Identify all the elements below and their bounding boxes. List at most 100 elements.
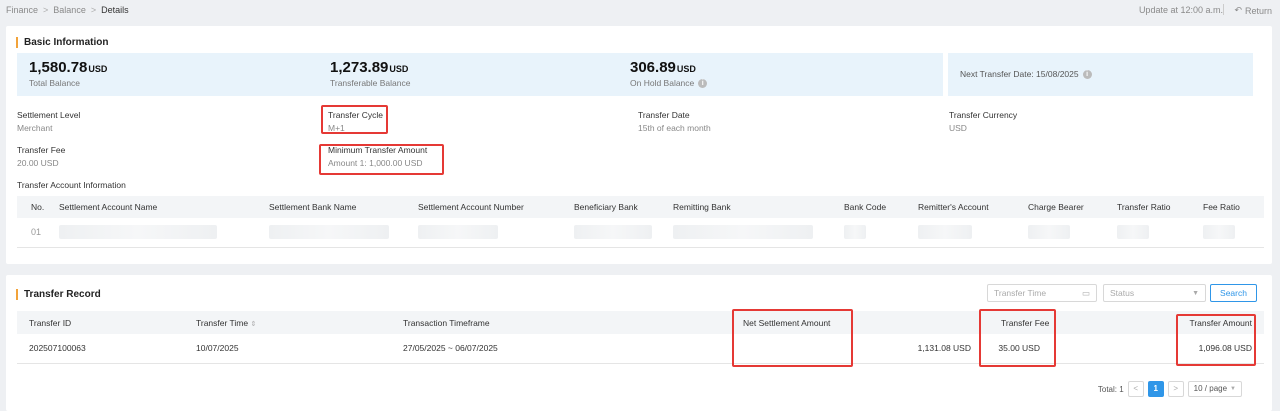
total-count: Total: 1 bbox=[1097, 384, 1124, 394]
field-value: 20.00 USD bbox=[17, 158, 59, 168]
transferable-balance-label: Transferable Balance bbox=[330, 78, 411, 88]
status-placeholder: Status bbox=[1110, 288, 1135, 298]
highlight-transfer-fee bbox=[979, 309, 1056, 367]
info-icon[interactable]: i bbox=[698, 78, 708, 88]
on-hold-balance-label: On Hold Balance bbox=[630, 78, 695, 88]
column-header: Charge Bearer bbox=[1020, 196, 1109, 218]
field-key: Settlement Level bbox=[17, 110, 81, 120]
column-header: Remitter's Account bbox=[910, 196, 1020, 218]
table-row: 01 bbox=[17, 218, 1264, 248]
next-transfer-box: Next Transfer Date: 15/08/2025 i bbox=[948, 53, 1253, 96]
pagination: Total: 1 < 1 > 10 / page ▼ bbox=[1098, 381, 1242, 397]
highlight-transfer-amount bbox=[1176, 314, 1256, 366]
column-header-label: Transfer Time bbox=[196, 317, 249, 328]
field-value: Merchant bbox=[17, 123, 53, 133]
chevron-right-icon: > bbox=[43, 5, 49, 15]
account-row-number: 01 bbox=[17, 218, 59, 248]
total-balance-label: Total Balance bbox=[29, 78, 81, 88]
calendar-icon: ▭ bbox=[1081, 287, 1090, 298]
page-size-value: 10 / page bbox=[1193, 384, 1228, 393]
redacted-cell bbox=[1109, 218, 1195, 248]
column-header: Bank Code bbox=[836, 196, 910, 218]
next-page-button[interactable]: > bbox=[1167, 381, 1184, 397]
header-divider bbox=[1223, 4, 1224, 15]
column-header: Settlement Bank Name bbox=[261, 196, 410, 218]
transferable-balance: 1,273.89USD Transferable Balance bbox=[330, 59, 410, 88]
field-key: Transfer Fee bbox=[17, 145, 66, 155]
return-icon: ↶ bbox=[1234, 5, 1242, 15]
redacted-cell bbox=[59, 218, 261, 248]
on-hold-balance-unit: USD bbox=[676, 64, 696, 74]
redacted-cell bbox=[1195, 218, 1264, 248]
redacted-cell bbox=[261, 218, 410, 248]
field-key: Transfer Date bbox=[638, 110, 690, 120]
total-balance: 1,580.78USD Total Balance bbox=[29, 59, 107, 88]
account-info-title: Transfer Account Information bbox=[17, 180, 126, 190]
basic-information-title: Basic Information bbox=[16, 37, 108, 48]
prev-page-button[interactable]: < bbox=[1127, 381, 1144, 397]
breadcrumb-balance[interactable]: Balance bbox=[53, 5, 86, 15]
info-icon[interactable]: i bbox=[1082, 69, 1092, 79]
transfer-time: 10/07/2025 bbox=[184, 334, 391, 364]
redacted-cell bbox=[665, 218, 836, 248]
highlight-net-settlement-amount bbox=[732, 309, 853, 367]
column-header: Settlement Account Number bbox=[410, 196, 566, 218]
breadcrumb-details: Details bbox=[101, 5, 129, 15]
caret-down-icon: ▼ bbox=[1192, 289, 1199, 297]
transfer-time-picker[interactable]: Transfer Time ▭ bbox=[987, 284, 1097, 302]
search-button[interactable]: Search bbox=[1210, 284, 1257, 302]
redacted-cell bbox=[566, 218, 665, 248]
on-hold-balance: 306.89USD On Hold Balance i bbox=[630, 59, 708, 88]
field-transfer-currency: Transfer Currency USD bbox=[949, 110, 1017, 133]
column-header: Transfer ID bbox=[17, 311, 184, 334]
return-button[interactable]: ↶ Return bbox=[1234, 5, 1272, 16]
column-header: Transfer Ratio bbox=[1109, 196, 1195, 218]
table-row: 202507100063 10/07/2025 27/05/2025 ~ 06/… bbox=[17, 334, 1264, 364]
column-header: Beneficiary Bank bbox=[566, 196, 665, 218]
chevron-right-icon: > bbox=[90, 5, 97, 15]
transfer-time-placeholder: Transfer Time bbox=[994, 288, 1047, 298]
field-value: 15th of each month bbox=[638, 123, 711, 133]
on-hold-balance-amount: 306.89 bbox=[630, 59, 676, 76]
transfer-record-card: Transfer Record Transfer Time ▭ Status ▼… bbox=[6, 275, 1272, 411]
column-header: Settlement Account Name bbox=[59, 196, 261, 218]
page-size-select[interactable]: 10 / page ▼ bbox=[1187, 381, 1242, 397]
redacted-cell bbox=[1020, 218, 1109, 248]
breadcrumb: Finance > Balance > Details bbox=[6, 5, 129, 15]
field-value: USD bbox=[949, 123, 967, 133]
transaction-timeframe: 27/05/2025 ~ 06/07/2025 bbox=[391, 334, 731, 364]
transfer-id: 202507100063 bbox=[17, 334, 184, 364]
caret-down-icon: ▼ bbox=[1230, 386, 1236, 392]
breadcrumb-finance[interactable]: Finance bbox=[6, 5, 38, 15]
total-balance-amount: 1,580.78 bbox=[29, 59, 88, 76]
highlight-minimum-transfer-amount bbox=[319, 144, 444, 175]
redacted-cell bbox=[836, 218, 910, 248]
field-transfer-fee: Transfer Fee 20.00 USD bbox=[17, 145, 65, 168]
transferable-balance-amount: 1,273.89 bbox=[330, 59, 389, 76]
highlight-transfer-cycle bbox=[321, 105, 388, 134]
next-transfer-date: Next Transfer Date: 15/08/2025 bbox=[960, 69, 1079, 79]
column-header: Transaction Timeframe bbox=[391, 311, 731, 334]
column-header: No. bbox=[17, 196, 59, 218]
transferable-balance-unit: USD bbox=[389, 64, 409, 74]
column-header: Remitting Bank bbox=[665, 196, 836, 218]
balance-summary: 1,580.78USD Total Balance 1,273.89USD Tr… bbox=[17, 53, 943, 96]
field-transfer-date: Transfer Date 15th of each month bbox=[638, 110, 711, 133]
redacted-cell bbox=[410, 218, 566, 248]
basic-information-card: Basic Information 1,580.78USD Total Bala… bbox=[6, 26, 1272, 264]
update-time: Update at 12:00 a.m. bbox=[1138, 5, 1223, 15]
table-header-row: No. Settlement Account Name Settlement B… bbox=[17, 196, 1264, 218]
table-header-row: Transfer ID Transfer Time ⇕ Transaction … bbox=[17, 311, 1264, 334]
account-table: No. Settlement Account Name Settlement B… bbox=[17, 196, 1264, 248]
page-button-1[interactable]: 1 bbox=[1147, 381, 1164, 397]
status-select[interactable]: Status ▼ bbox=[1103, 284, 1206, 302]
total-balance-unit: USD bbox=[88, 64, 108, 74]
field-settlement-level: Settlement Level Merchant bbox=[17, 110, 80, 133]
column-header-transfer-time[interactable]: Transfer Time ⇕ bbox=[184, 311, 391, 334]
redacted-cell bbox=[910, 218, 1020, 248]
sort-icon[interactable]: ⇕ bbox=[251, 321, 257, 328]
transfer-record-table: Transfer ID Transfer Time ⇕ Transaction … bbox=[17, 311, 1264, 364]
return-label: Return bbox=[1244, 5, 1272, 16]
field-key: Transfer Currency bbox=[949, 110, 1018, 120]
top-bar: Finance > Balance > Details Update at 12… bbox=[0, 0, 1280, 22]
